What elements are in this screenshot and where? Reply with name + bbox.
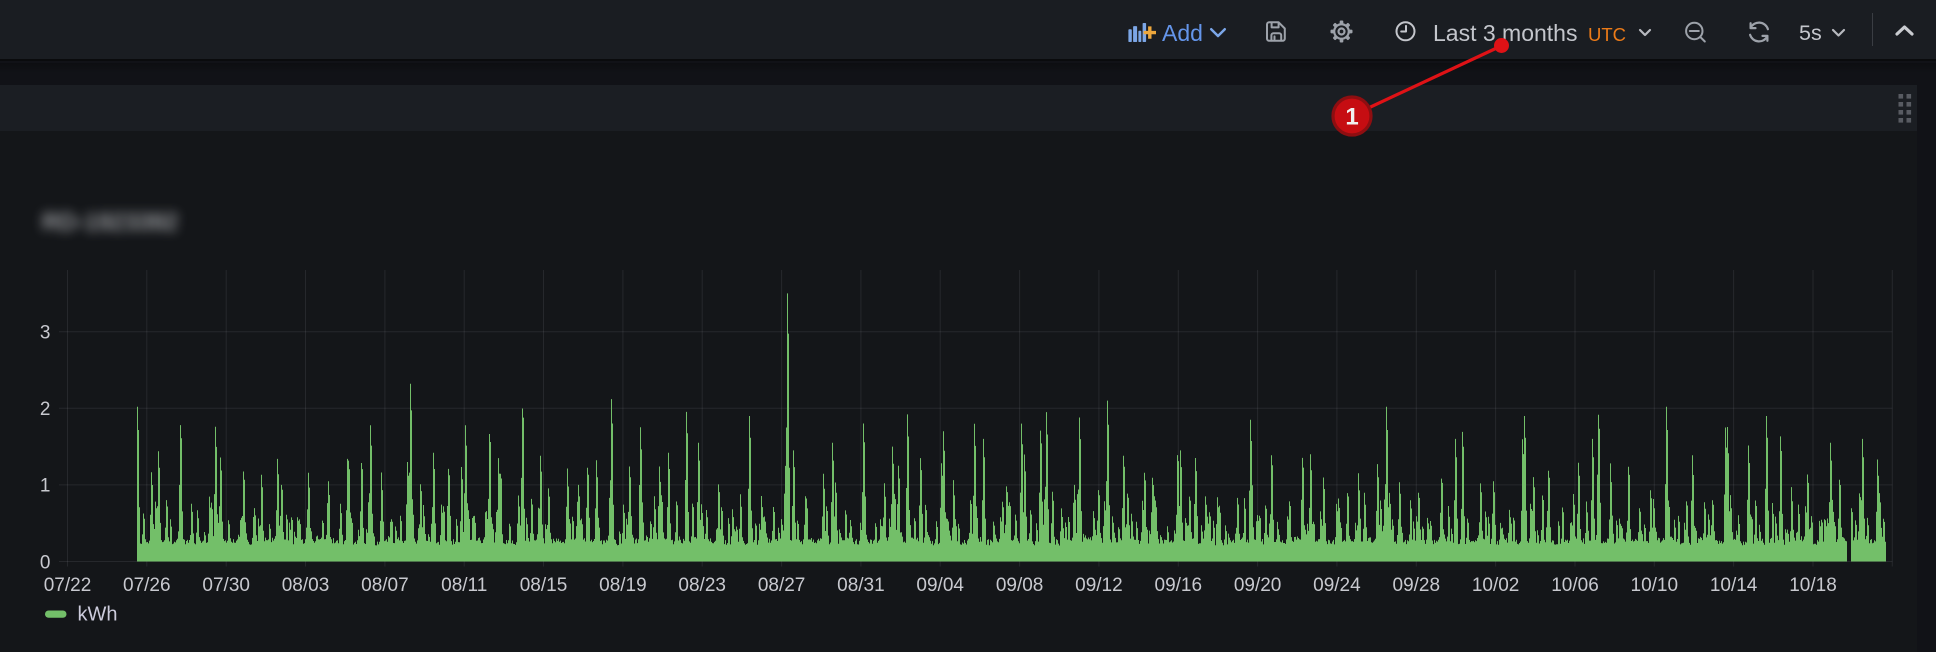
svg-text:1: 1 [1345,104,1358,131]
